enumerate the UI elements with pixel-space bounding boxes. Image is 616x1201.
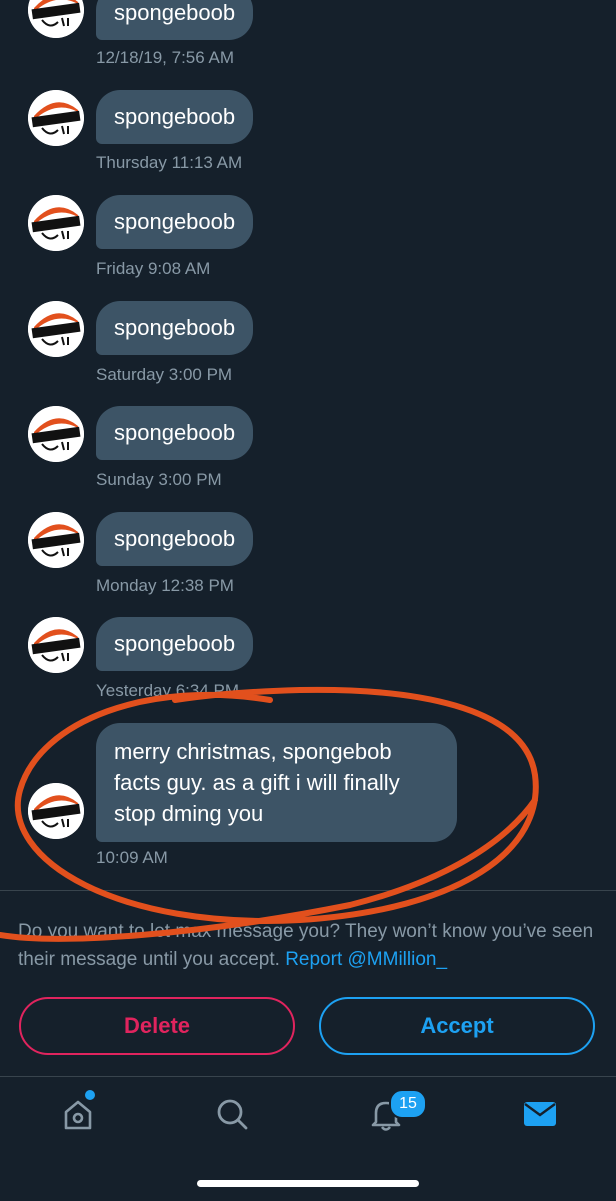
message-bubble[interactable]: merry christmas, spongebob facts guy. as…	[96, 723, 457, 842]
message-timestamp: Saturday 3:00 PM	[96, 365, 233, 384]
notification-count-badge: 15	[389, 1089, 427, 1119]
home-indicator	[197, 1180, 419, 1187]
message-bubble[interactable]: spongeboob	[96, 195, 254, 249]
report-link[interactable]: Report @MMillion_	[285, 949, 447, 970]
tab-messages[interactable]	[520, 1094, 560, 1134]
sender-avatar[interactable]	[28, 195, 84, 251]
message-timestamp: 10:09 AM	[96, 848, 168, 867]
home-icon	[64, 1100, 92, 1130]
divider	[0, 890, 616, 891]
sender-avatar[interactable]	[28, 783, 84, 839]
message-timestamp: Sunday 3:00 PM	[96, 470, 222, 489]
sender-avatar[interactable]	[28, 617, 84, 673]
sender-avatar[interactable]	[28, 512, 84, 568]
message-timestamp: 12/18/19, 7:56 AM	[96, 48, 234, 67]
message-bubble[interactable]: spongeboob	[96, 406, 254, 460]
message-timestamp: Yesterday 6:34 PM	[96, 681, 240, 700]
search-icon	[217, 1099, 248, 1130]
sender-avatar[interactable]	[28, 406, 84, 462]
message-request-notice: Do you want to let max message you? They…	[18, 918, 598, 974]
message-timestamp: Friday 9:08 AM	[96, 259, 211, 278]
message-bubble[interactable]: spongeboob	[96, 617, 254, 671]
sender-avatar[interactable]	[28, 0, 84, 38]
sender-avatar[interactable]	[28, 301, 84, 357]
message-bubble[interactable]: spongeboob	[96, 90, 254, 144]
message-timestamp: Monday 12:38 PM	[96, 576, 234, 595]
home-notification-dot	[85, 1090, 95, 1100]
delete-button[interactable]: Delete	[19, 997, 295, 1055]
message-bubble[interactable]: spongeboob	[96, 512, 254, 566]
tab-search[interactable]	[212, 1094, 252, 1134]
message-bubble[interactable]: spongeboob	[96, 301, 254, 355]
accept-button[interactable]: Accept	[319, 997, 595, 1055]
tab-home[interactable]	[58, 1094, 98, 1134]
message-bubble[interactable]: spongeboob	[96, 0, 254, 40]
mail-icon	[524, 1102, 556, 1126]
sender-avatar[interactable]	[28, 90, 84, 146]
message-timestamp: Thursday 11:13 AM	[96, 153, 243, 172]
